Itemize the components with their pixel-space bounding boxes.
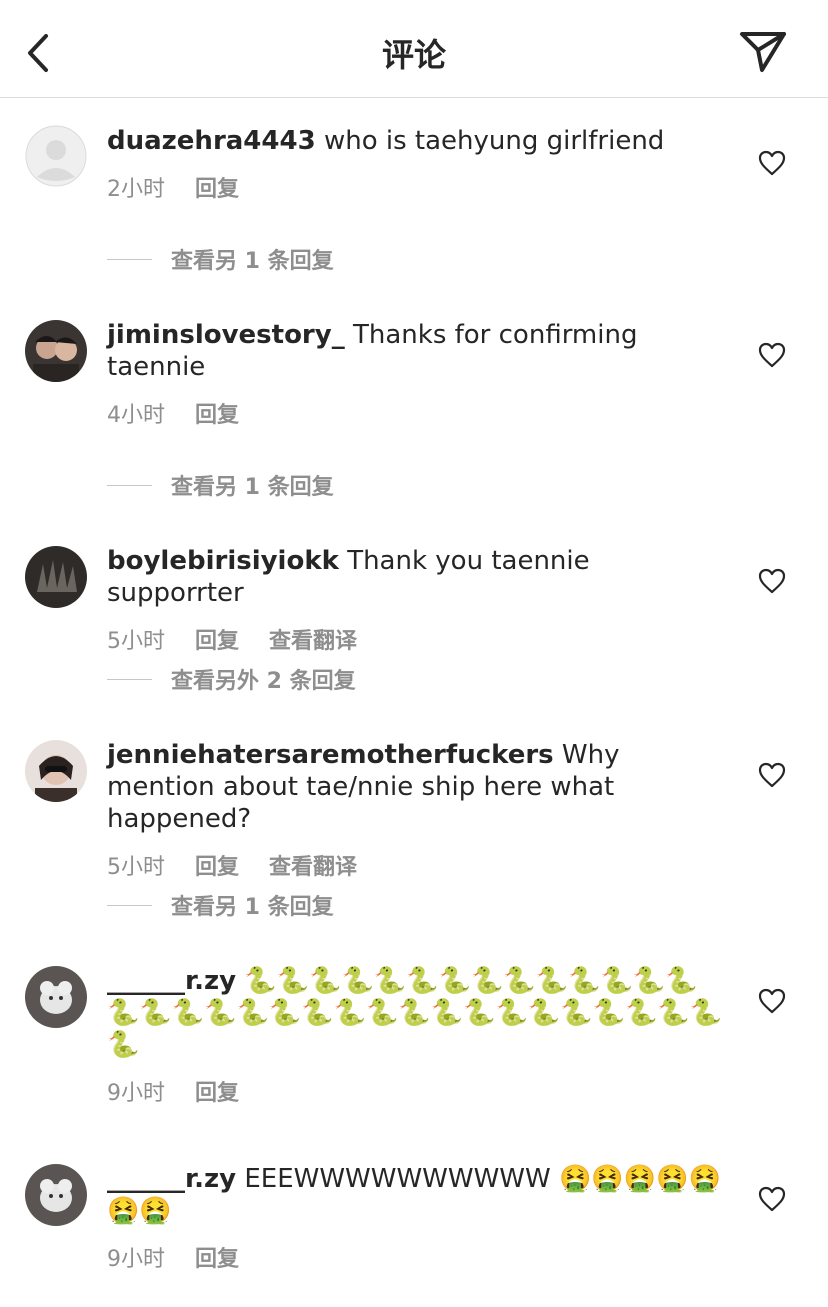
comment-username[interactable]: jenniehatersaremotherfuckers: [107, 740, 554, 770]
divider: [107, 484, 152, 486]
comment-meta: 9小时 回复: [107, 1075, 727, 1107]
comment-meta: 9小时 回复: [107, 1241, 727, 1273]
comment-username[interactable]: duazehra4443: [107, 126, 316, 156]
view-replies-label: 查看另 1 条回复: [171, 895, 334, 920]
heart-outline-icon[interactable]: [758, 762, 786, 788]
comment-timestamp: 5小时: [107, 629, 165, 654]
top-bar: 评论: [0, 0, 828, 98]
comment-meta: 5小时 回复 查看翻译: [107, 849, 727, 881]
reply-button[interactable]: 回复: [195, 1075, 239, 1107]
comment-username[interactable]: jiminslovestory_: [107, 320, 345, 350]
comment-timestamp: 9小时: [107, 1081, 165, 1106]
avatar[interactable]: [25, 740, 87, 802]
page-title: 评论: [381, 36, 446, 74]
comment-timestamp: 9小时: [107, 1247, 165, 1272]
avatar[interactable]: [25, 320, 87, 382]
comment-text: boylebirisiyiokk Thank you taennie suppo…: [107, 545, 727, 609]
comment-body: who is taehyung girlfriend: [323, 126, 665, 156]
reply-button[interactable]: 回复: [195, 1241, 239, 1273]
view-replies-button[interactable]: 查看另 1 条回复: [107, 890, 334, 920]
view-replies-button[interactable]: 查看另 1 条回复: [107, 470, 334, 500]
comment-timestamp: 5小时: [107, 855, 165, 880]
avatar[interactable]: [25, 125, 87, 187]
heart-outline-icon[interactable]: [758, 988, 786, 1014]
reply-button[interactable]: 回复: [195, 397, 239, 429]
avatar[interactable]: [25, 546, 87, 608]
divider: [107, 258, 152, 260]
view-replies-label: 查看另 1 条回复: [171, 249, 334, 274]
translate-button[interactable]: 查看翻译: [269, 623, 357, 655]
reply-button[interactable]: 回复: [195, 849, 239, 881]
reply-button[interactable]: 回复: [195, 623, 239, 655]
heart-outline-icon[interactable]: [758, 342, 786, 368]
comment-timestamp: 2小时: [107, 177, 165, 202]
comment-username[interactable]: ______r.zy: [107, 1164, 236, 1194]
translate-button[interactable]: 查看翻译: [269, 849, 357, 881]
view-replies-button[interactable]: 查看另外 2 条回复: [107, 664, 356, 694]
paper-plane-icon: [740, 32, 786, 72]
comment-text: ______r.zy EEEWWWWWWWWWW 🤮🤮🤮🤮🤮🤮🤮: [107, 1163, 727, 1227]
view-replies-label: 查看另外 2 条回复: [171, 669, 356, 694]
share-button[interactable]: [738, 28, 790, 76]
reply-button[interactable]: 回复: [195, 171, 239, 203]
heart-outline-icon[interactable]: [758, 150, 786, 176]
view-replies-label: 查看另 1 条回复: [171, 475, 334, 500]
comment-meta: 5小时 回复 查看翻译: [107, 623, 727, 655]
comment-username[interactable]: ______r.zy: [107, 966, 236, 996]
comment-text: ______r.zy 🐍🐍🐍🐍🐍🐍🐍🐍🐍🐍🐍🐍🐍🐍🐍🐍🐍🐍🐍🐍🐍🐍🐍🐍🐍🐍🐍🐍🐍…: [107, 965, 727, 1061]
heart-outline-icon[interactable]: [758, 1186, 786, 1212]
avatar[interactable]: [25, 966, 87, 1028]
comment-text: jenniehatersaremotherfuckers Why mention…: [107, 739, 727, 835]
comment-username[interactable]: boylebirisiyiokk: [107, 546, 339, 576]
heart-outline-icon[interactable]: [758, 568, 786, 594]
comment-text: jiminslovestory_ Thanks for confirming t…: [107, 319, 727, 383]
comment-timestamp: 4小时: [107, 403, 165, 428]
comment-text: duazehra4443 who is taehyung girlfriend: [107, 125, 727, 157]
view-replies-button[interactable]: 查看另 1 条回复: [107, 244, 334, 274]
comment-meta: 2小时 回复: [107, 171, 727, 203]
divider: [107, 678, 152, 680]
divider: [107, 904, 152, 906]
comment-meta: 4小时 回复: [107, 397, 727, 429]
avatar[interactable]: [25, 1164, 87, 1226]
